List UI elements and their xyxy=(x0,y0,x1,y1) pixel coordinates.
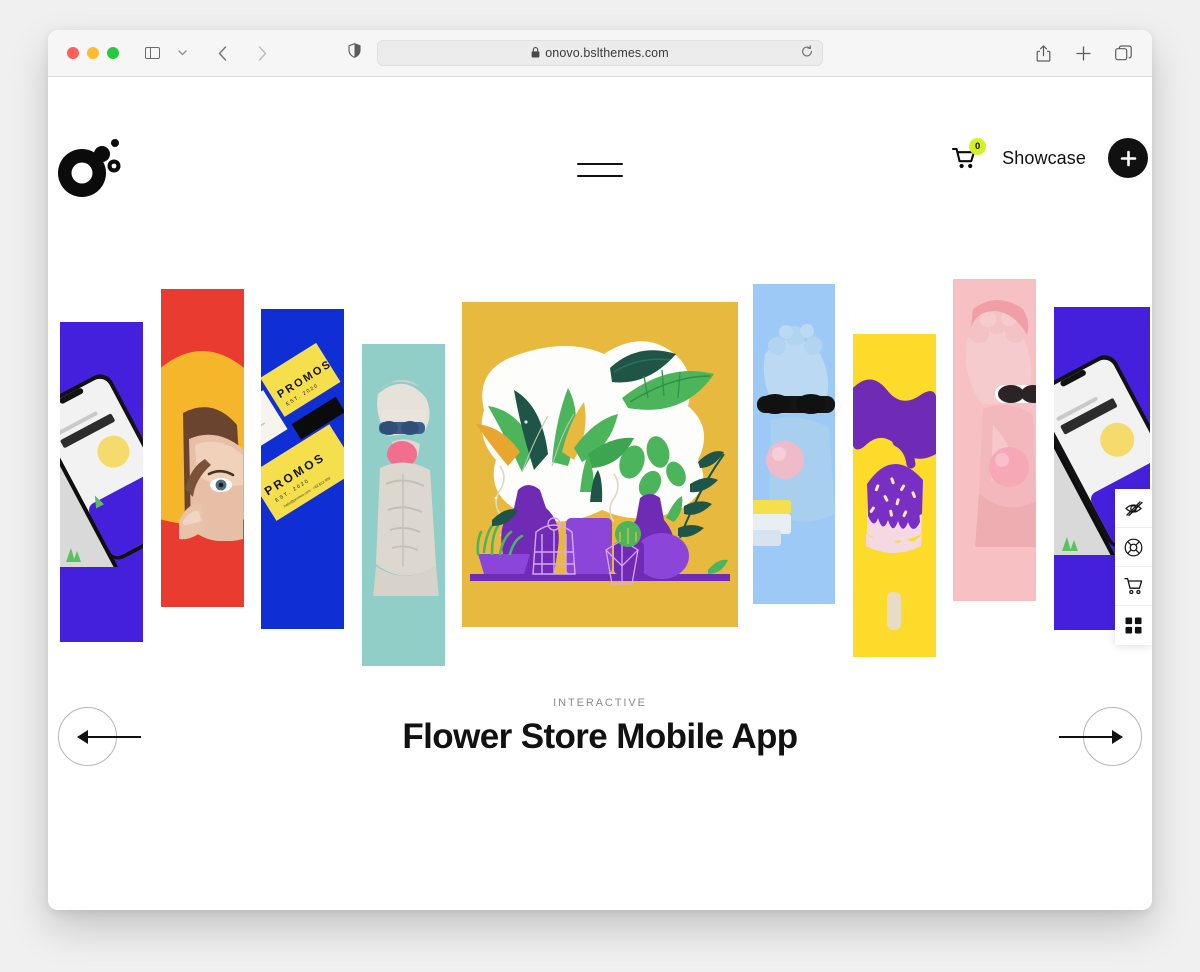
next-arrow-head xyxy=(1112,730,1123,744)
showcase-link[interactable]: Showcase xyxy=(1002,148,1086,169)
minimize-button[interactable] xyxy=(87,47,99,59)
window-controls xyxy=(67,47,119,59)
toolbar-right-group xyxy=(1030,30,1136,76)
chevron-down-icon[interactable] xyxy=(169,40,195,66)
slide-phone-surakarta-purple[interactable] xyxy=(60,322,143,642)
privacy-shield-icon[interactable] xyxy=(348,43,361,63)
forward-arrow-icon[interactable] xyxy=(249,40,275,66)
menu-toggle[interactable] xyxy=(577,163,623,177)
cart-button[interactable]: 0 xyxy=(950,138,987,173)
active-slide-meta: INTERACTIVE Flower Store Mobile App xyxy=(48,697,1152,757)
close-button[interactable] xyxy=(67,47,79,59)
slide-statue-teal[interactable] xyxy=(362,344,445,666)
next-arrow-line xyxy=(1059,736,1115,738)
slide-promos-blue-yellow[interactable]: PROMOS EST. 2020 PROMOS EST. 2020 hello@… xyxy=(261,309,344,629)
menu-toggle-line-2 xyxy=(577,175,623,177)
side-cart-button[interactable] xyxy=(1115,567,1152,606)
slide-statue-blue[interactable] xyxy=(753,284,835,604)
website-viewport: 0 Showcase PROMOS EST. 2020 PROMOS EST. … xyxy=(48,77,1152,910)
header-actions: 0 Showcase xyxy=(950,138,1148,178)
prev-slide-button[interactable] xyxy=(58,707,178,769)
side-toolbar xyxy=(1115,489,1152,645)
grid-view-button[interactable] xyxy=(1115,606,1152,645)
slide-portrait-red-yellow[interactable] xyxy=(161,289,244,607)
sidebar-toggle-icon[interactable] xyxy=(139,40,165,66)
address-bar[interactable]: onovo.bslthemes.com xyxy=(377,40,823,66)
eye-off-icon xyxy=(1125,500,1143,516)
next-slide-button[interactable] xyxy=(1022,707,1142,769)
back-arrow-icon[interactable] xyxy=(209,40,235,66)
browser-toolbar: onovo.bslthemes.com xyxy=(48,30,1152,77)
cart-count-badge: 0 xyxy=(969,138,987,155)
prev-arrow-line xyxy=(85,736,141,738)
slide-popsicle-yellow[interactable] xyxy=(853,334,936,657)
slide-title: Flower Store Mobile App xyxy=(402,717,798,756)
prev-arrow-head xyxy=(77,730,88,744)
site-header: 0 Showcase xyxy=(48,77,1152,197)
lifebuoy-icon xyxy=(1124,538,1143,556)
slide-flower-store-yellow[interactable] xyxy=(462,302,738,627)
share-icon[interactable] xyxy=(1030,40,1056,66)
tab-overview-icon[interactable] xyxy=(1110,40,1136,66)
support-button[interactable] xyxy=(1115,528,1152,567)
plus-icon xyxy=(1120,150,1136,166)
add-showcase-button[interactable] xyxy=(1108,138,1148,178)
slide-category: INTERACTIVE xyxy=(553,697,647,709)
slide-statue-pink[interactable] xyxy=(953,279,1036,601)
reload-icon[interactable] xyxy=(801,45,813,61)
lock-icon xyxy=(531,46,540,60)
onovo-logo[interactable] xyxy=(57,133,125,199)
toolbar-left-group xyxy=(139,40,275,66)
hide-ui-button[interactable] xyxy=(1115,489,1152,528)
browser-window: onovo.bslthemes.com 0 Showcase PROMOS ES… xyxy=(48,30,1152,910)
zoom-button[interactable] xyxy=(107,47,119,59)
grid-icon xyxy=(1125,617,1142,634)
menu-toggle-line-1 xyxy=(577,163,623,165)
cart-icon xyxy=(1123,577,1142,595)
plus-icon[interactable] xyxy=(1070,40,1096,66)
project-carousel[interactable]: PROMOS EST. 2020 PROMOS EST. 2020 hello@… xyxy=(48,257,1152,677)
address-bar-text: onovo.bslthemes.com xyxy=(545,46,669,60)
